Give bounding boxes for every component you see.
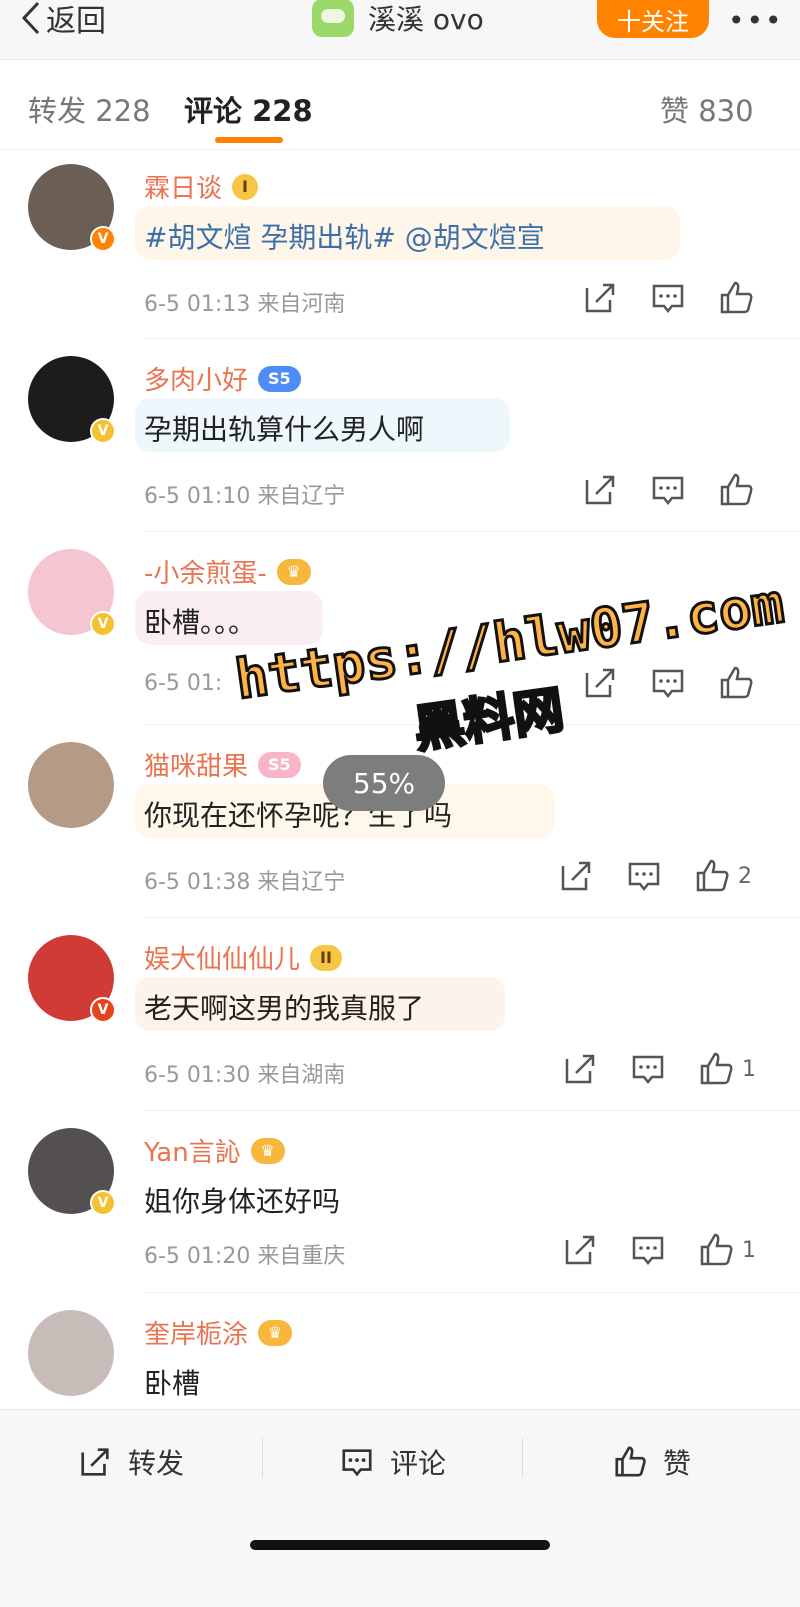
like-icon[interactable] [698,1051,734,1087]
crown-icon: ♛ [250,1137,285,1164]
crown-icon: ♛ [276,558,311,585]
comment-divider [144,1110,800,1111]
comment-text: 姐你身体还好吗 [144,1185,341,1218]
like-count: 1 [742,1238,756,1263]
comment-item: V Yan言訫 ♛ 姐你身体还好吗 6-5 01:20 来自重庆 1 [0,1112,800,1292]
avatar[interactable]: V [28,164,116,252]
top-nav: 返回 溪溪 ovo 十关注 ••• [0,0,800,60]
comment-icon[interactable] [630,1232,666,1268]
more-icon[interactable]: ••• [728,4,784,37]
comment-icon[interactable] [626,858,662,894]
bottom-action-bar: 转发 评论 赞 [0,1409,800,1607]
comment-icon[interactable] [650,472,686,508]
tab-bar: 转发 228 评论 228 赞 830 [0,60,800,150]
chevron-left-icon [21,1,40,35]
comment-icon[interactable] [650,280,686,316]
comment-actions: 1 [0,1051,800,1091]
comment-icon[interactable] [630,1051,666,1087]
bottom-divider [522,1438,523,1478]
like-icon[interactable] [694,858,730,894]
avatar[interactable]: V [28,549,116,637]
comment-item: 奎岸栀涂 ♛ 卧槽 [0,1294,800,1408]
username[interactable]: Yan言訫 ♛ [144,1132,285,1169]
comment-text: 孕期出轨算什么男人啊 [144,413,425,446]
verified-icon: V [90,1190,116,1216]
vip-crown-icon: II [310,944,342,971]
like-count: 1 [742,1057,756,1082]
bottom-divider [262,1438,263,1478]
comment-text: 老天啊这男的我真服了 [144,992,425,1025]
comment-item: V 多肉小好 S5 孕期出轨算什么男人啊 6-5 01:10 来自辽宁 [0,340,800,532]
repost-button[interactable]: 转发 [78,1442,184,1482]
avatar[interactable] [28,742,114,828]
repost-label: 转发 [128,1447,185,1480]
verified-icon: V [90,226,116,252]
vip-crown-icon: I [232,173,258,200]
verified-icon: V [90,997,116,1023]
level-badge-icon: S5 [258,365,301,392]
comment-button[interactable]: 评论 [340,1442,446,1482]
share-icon [81,1448,109,1476]
comment-text: 卧槽。。。 [144,606,257,639]
avatar[interactable]: V [28,935,116,1023]
like-icon[interactable] [718,472,754,508]
comment-divider [144,917,800,918]
back-button[interactable]: 返回 [20,0,106,39]
comment-label: 评论 [390,1447,447,1480]
comment-icon [342,1449,372,1477]
share-icon[interactable] [558,858,594,894]
crown-icon: ♛ [258,1319,293,1346]
share-icon[interactable] [582,280,618,316]
tab-comment[interactable]: 评论 228 [184,88,313,130]
title-area: 溪溪 ovo [312,0,484,37]
username[interactable]: 多肉小好 S5 [144,360,301,397]
username[interactable]: 奎岸栀涂 ♛ [144,1314,293,1351]
verified-icon: V [90,418,116,444]
comment-divider [144,531,800,532]
tab-like[interactable]: 赞 830 [660,88,754,130]
like-icon[interactable] [718,280,754,316]
active-tab-indicator [215,137,283,143]
verified-icon: V [90,611,116,637]
like-icon[interactable] [698,1232,734,1268]
share-icon[interactable] [582,472,618,508]
comment-text: #胡文煊 孕期出轨# @胡文煊宣 [144,221,545,254]
tab-repost[interactable]: 转发 228 [28,88,151,130]
comment-item: V 娱大仙仙仙儿 II 老天啊这男的我真服了 6-5 01:30 来自湖南 1 [0,919,800,1111]
comment-divider [144,338,800,339]
back-label: 返回 [46,4,106,39]
page-title: 溪溪 ovo [368,3,484,36]
username[interactable]: 霖日谈 I [144,168,258,205]
comment-actions [0,472,800,512]
avatar[interactable]: V [28,356,116,444]
comment-actions [0,280,800,320]
comment-item: V 霖日谈 I #胡文煊 孕期出轨# @胡文煊宣 6-5 01:13 来自河南 [0,148,800,340]
avatar[interactable]: V [28,1128,116,1216]
mascot-icon [312,0,354,37]
comment-text: 卧槽 [144,1367,201,1400]
comment-actions: 2 [0,858,800,898]
like-count: 2 [738,864,752,889]
like-button[interactable]: 赞 [613,1442,691,1482]
avatar[interactable] [28,1310,114,1396]
comment-divider [144,1292,800,1293]
comment-actions: 1 [0,1232,800,1272]
username[interactable]: 娱大仙仙仙儿 II [144,939,342,976]
username[interactable]: -小余煎蛋- ♛ [144,553,311,590]
like-icon [615,1446,646,1477]
share-icon[interactable] [562,1232,598,1268]
follow-button[interactable]: 十关注 [597,0,709,38]
like-label: 赞 [663,1447,692,1480]
home-indicator[interactable] [250,1540,550,1550]
share-icon[interactable] [562,1051,598,1087]
